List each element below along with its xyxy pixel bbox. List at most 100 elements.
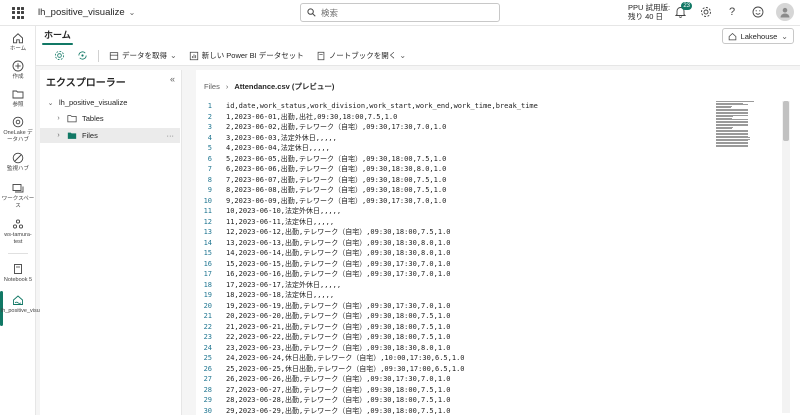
refresh-toolbar-button[interactable] <box>75 48 90 64</box>
chevron-right-icon[interactable]: › <box>54 115 63 122</box>
get-data-label: データを取得 <box>122 51 167 60</box>
open-notebook-button[interactable]: ノートブックを開く ⌄ <box>314 48 408 64</box>
database-icon <box>109 51 119 60</box>
code-line: 10 9,2023-06-09,出勤,テレワーク（自宅）,09:30,17:30,… <box>196 196 716 207</box>
line-number: 2 <box>207 112 212 121</box>
plus-circle-icon <box>12 60 24 72</box>
explorer-title: エクスプローラー <box>46 78 126 89</box>
folder-icon <box>12 90 24 99</box>
dataset-icon <box>189 51 198 60</box>
notebook-icon <box>14 264 22 274</box>
ribbon-tab-row: ホーム Lakehouse ⌄ <box>36 26 800 46</box>
help-button[interactable]: ? <box>724 2 740 22</box>
line-text: id,date,work_status,work_division,work_s… <box>226 102 538 110</box>
settings-button[interactable] <box>698 2 714 22</box>
chevron-right-icon[interactable]: › <box>54 132 63 139</box>
code-line: 12 11,2023-06-11,法定休日,,,,, <box>196 217 716 228</box>
scrollbar-thumb[interactable] <box>783 101 789 141</box>
line-text: 14,2023-06-14,出勤,テレワーク（自宅）,09:30,18:30,8… <box>226 249 451 257</box>
rail-item-monitoring-hub[interactable]: 監視ハブ <box>0 151 36 173</box>
avatar[interactable] <box>776 3 794 21</box>
rail-item-workspaces[interactable]: ワークスペース <box>0 181 36 210</box>
line-text: 2,2023-06-02,出勤,テレワーク（自宅）,09:30,17:30,7.… <box>226 123 447 131</box>
lakehouse-mode-dropdown[interactable]: Lakehouse ⌄ <box>721 28 794 44</box>
get-data-button[interactable]: データを取得 ⌄ <box>107 48 179 64</box>
line-number: 27 <box>203 375 212 383</box>
ribbon-toolbar: データを取得 ⌄ 新しい Power BI データセット ノートブックを開く ⌄ <box>36 46 800 66</box>
tab-home[interactable]: ホーム <box>42 26 73 46</box>
rail-item-browse[interactable]: 参照 <box>0 87 36 109</box>
rail-item-home[interactable]: ホーム <box>0 31 36 53</box>
line-text: 7,2023-06-07,出勤,テレワーク（自宅）,09:30,18:00,7.… <box>226 175 447 184</box>
lakehouse-icon <box>728 32 736 40</box>
rail-item-ws-tamura-test[interactable]: ws-tamura-test <box>0 217 36 246</box>
collapse-pane-icon[interactable]: « <box>170 74 175 84</box>
line-text: 11,2023-06-11,法定休日,,,,, <box>226 217 335 226</box>
gear-icon <box>54 50 65 61</box>
trial-status[interactable]: PPU 試用版: 残り 40 日 <box>628 3 670 21</box>
new-dataset-button[interactable]: 新しい Power BI データセット <box>187 48 306 64</box>
explorer-pane: エクスプローラー « ⌄ lh_positive_visualize › Tab… <box>40 70 182 415</box>
waffle-icon <box>12 6 24 19</box>
feedback-button[interactable] <box>750 2 766 22</box>
line-number: 8 <box>207 175 212 184</box>
rail-item-onelake-data-hub[interactable]: OneLake データハブ <box>0 115 36 144</box>
code-line: 22 21,2023-06-21,出勤,テレワーク（自宅）,09:30,18:00… <box>196 322 716 333</box>
search-box[interactable]: 検索 <box>300 3 500 22</box>
breadcrumb-files[interactable]: Files <box>204 82 220 91</box>
code-line: 27 26,2023-06-26,出勤,テレワーク（自宅）,09:30,17:30… <box>196 374 716 385</box>
line-number: 9 <box>207 186 212 194</box>
code-line: 11 10,2023-06-10,法定外休日,,,,, <box>196 206 716 217</box>
new-dataset-label: 新しい Power BI データセット <box>201 51 304 60</box>
line-text: 21,2023-06-21,出勤,テレワーク（自宅）,09:30,18:00,7… <box>226 322 451 331</box>
line-number: 1 <box>207 102 212 110</box>
rail-label-notebook-5: Notebook 5 <box>3 277 33 283</box>
user-icon <box>780 7 790 18</box>
notifications-button[interactable]: 23 <box>672 2 692 22</box>
code-line: 15 14,2023-06-14,出勤,テレワーク（自宅）,09:30,18:30… <box>196 248 716 259</box>
code-line: 7 6,2023-06-06,出勤,テレワーク（自宅）,09:30,18:30,8… <box>196 164 716 175</box>
settings-toolbar-button[interactable] <box>52 48 67 64</box>
tree-item-tables[interactable]: › Tables <box>40 111 180 126</box>
rail-item-lh-positive-visualize[interactable]: lh_positive_visualize <box>0 293 51 315</box>
trial-label: PPU 試用版: <box>628 3 671 12</box>
open-notebook-label: ノートブックを開く <box>328 51 397 60</box>
code-line: 13 12,2023-06-12,出勤,テレワーク（自宅）,09:30,18:00… <box>196 227 716 238</box>
search-input[interactable]: 検索 <box>321 7 338 19</box>
breadcrumb-current-file: Attendance.csv (プレビュー) <box>234 82 335 91</box>
workspace-selector[interactable]: lh_positive_visualize ⌄ <box>38 7 135 18</box>
toolbar-divider <box>98 49 99 62</box>
line-text: 1,2023-06-01,出勤,出社,09:30,18:00,7.5,1.0 <box>226 112 398 121</box>
line-text: 23,2023-06-23,出勤,テレワーク（自宅）,09:30,18:30,8… <box>226 343 451 352</box>
code-minimap[interactable] <box>716 101 756 147</box>
rail-label-browse: 参照 <box>12 102 24 108</box>
line-number: 17 <box>203 270 212 278</box>
rail-divider <box>8 253 28 254</box>
chevron-down-icon[interactable]: ⌄ <box>46 99 55 107</box>
line-number: 16 <box>203 259 212 268</box>
chevron-right-icon: › <box>225 82 229 91</box>
vertical-scrollbar[interactable] <box>782 101 790 413</box>
csv-preview[interactable]: 1 id,date,work_status,work_division,work_… <box>196 101 716 415</box>
minimap-line <box>716 146 749 147</box>
chevron-down-icon: ⌄ <box>781 31 788 41</box>
code-line: 3 2,2023-06-02,出勤,テレワーク（自宅）,09:30,17:30,7… <box>196 122 716 133</box>
tree-item-root[interactable]: ⌄ lh_positive_visualize <box>40 95 180 110</box>
trial-days: 残り 40 日 <box>628 12 664 21</box>
line-number: 20 <box>203 301 212 310</box>
line-text: 10,2023-06-10,法定外休日,,,,, <box>226 207 342 215</box>
rail-item-create[interactable]: 作成 <box>0 59 36 81</box>
more-options-icon[interactable]: ··· <box>167 131 175 140</box>
app-launcher-button[interactable] <box>0 0 36 26</box>
chevron-down-icon: ⌄ <box>128 8 136 17</box>
rail-label-create: 作成 <box>12 74 24 80</box>
chevron-down-icon: ⌄ <box>170 51 177 60</box>
rail-item-notebook-5[interactable]: Notebook 5 <box>0 262 36 284</box>
line-number: 26 <box>203 364 212 373</box>
line-number: 3 <box>207 123 212 131</box>
left-navigation-rail: ホーム 作成 参照 OneLake データハブ 監視ハブ ワークスペース ws-… <box>0 26 51 415</box>
line-text: 22,2023-06-22,出勤,テレワーク（自宅）,09:30,18:00,7… <box>226 333 451 341</box>
code-line: 16 15,2023-06-15,出勤,テレワーク（自宅）,09:30,17:30… <box>196 259 716 270</box>
notebook-icon <box>317 51 325 60</box>
tree-item-files[interactable]: › Files ··· <box>40 128 180 143</box>
